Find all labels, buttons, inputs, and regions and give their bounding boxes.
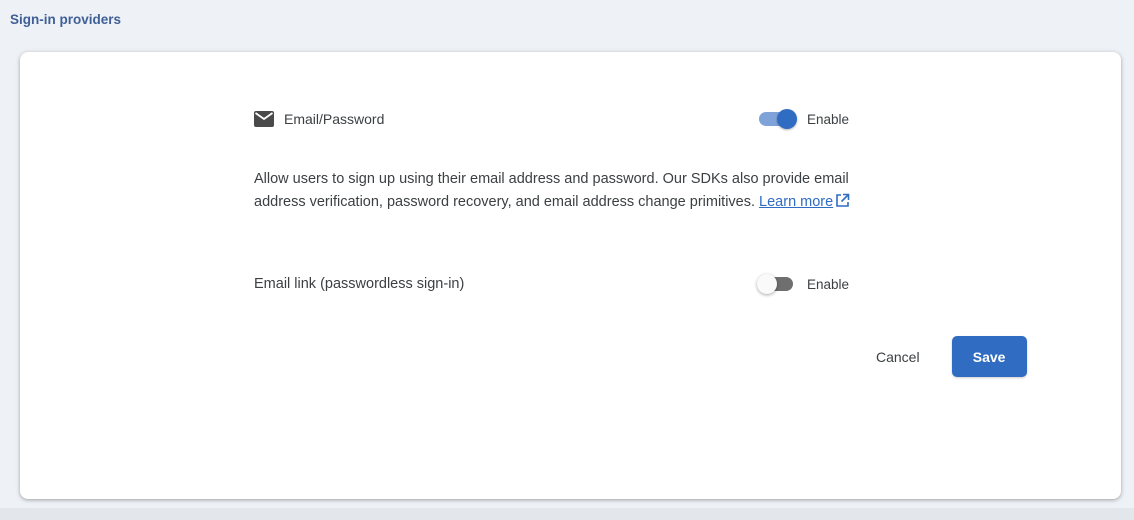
enable-toggle-email-link[interactable] — [756, 273, 797, 295]
form-actions: Cancel Save — [860, 336, 1027, 377]
enable-label-email-link: Enable — [806, 276, 849, 292]
provider-description: Allow users to sign up using their email… — [254, 168, 854, 215]
toggle-group-email-link: Enable — [756, 273, 849, 295]
provider-label-email-password: Email/Password — [284, 111, 385, 127]
toggle-thumb — [756, 274, 777, 294]
cancel-button[interactable]: Cancel — [860, 339, 936, 375]
external-link-icon[interactable] — [835, 193, 850, 216]
toggle-group-email-password: Enable — [757, 108, 849, 130]
mail-icon — [254, 111, 274, 127]
learn-more-link[interactable]: Learn more — [759, 194, 833, 210]
enable-label-email-password: Enable — [806, 111, 849, 127]
bottom-divider — [0, 508, 1134, 520]
page: Sign-in providers Email/Password Enable … — [0, 0, 1134, 520]
provider-row-email-link: Email link (passwordless sign-in) Enable — [254, 273, 849, 295]
save-button[interactable]: Save — [951, 336, 1027, 377]
toggle-thumb — [776, 109, 797, 129]
provider-label-email-link: Email link (passwordless sign-in) — [254, 276, 465, 292]
enable-toggle-email-password[interactable] — [757, 108, 797, 130]
section-title: Sign-in providers — [10, 12, 122, 27]
provider-row-email-password: Email/Password Enable — [254, 108, 849, 130]
